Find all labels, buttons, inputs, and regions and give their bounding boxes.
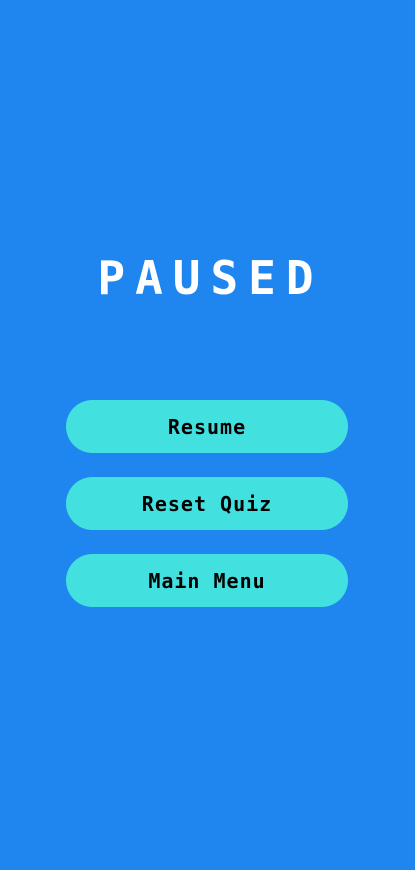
page-title: PAUSED	[97, 251, 324, 305]
resume-button[interactable]: Resume	[66, 400, 348, 453]
main-menu-button[interactable]: Main Menu	[66, 554, 348, 607]
pause-screen: PAUSED Resume Reset Quiz Main Menu	[0, 0, 415, 870]
reset-quiz-button[interactable]: Reset Quiz	[66, 477, 348, 530]
pause-menu: Resume Reset Quiz Main Menu	[66, 400, 348, 607]
